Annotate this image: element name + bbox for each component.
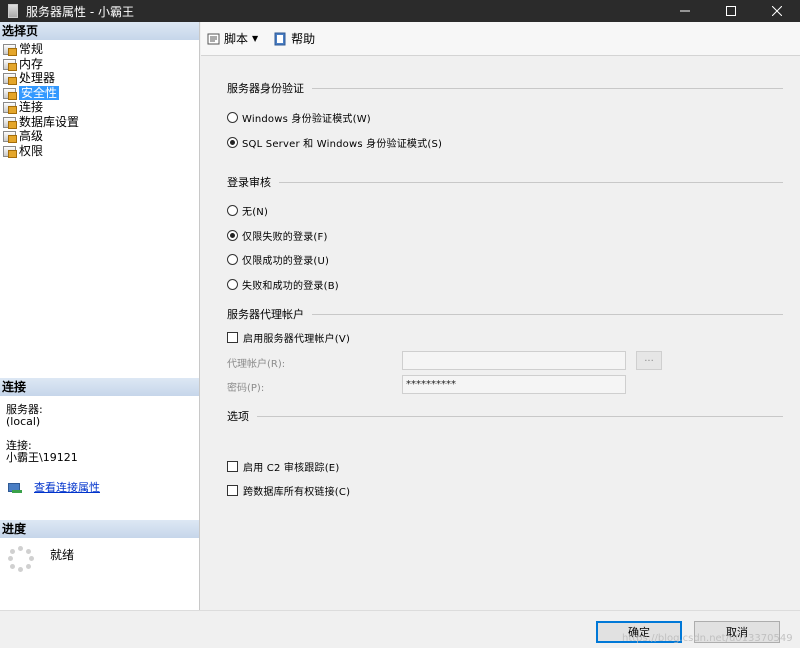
audit-group-label: 登录审核 [227,176,271,189]
window-title: 服务器属性 - 小霸王 [26,4,134,19]
view-connection-properties[interactable]: 查看连接属性 [6,482,193,494]
sidebar-item-database-settings[interactable]: 数据库设置 [0,115,199,130]
connection-properties-icon [8,482,22,494]
chevron-down-icon[interactable]: ▼ [252,34,258,43]
close-button[interactable] [754,0,800,22]
password-label: 密码(P): [227,383,265,394]
radio-label: Windows 身份验证模式(W) [242,113,371,125]
radio-label: 无(N) [242,206,269,218]
sidebar-item-label: 常规 [19,42,44,57]
audit-group-title: 登录审核 [227,175,783,189]
progress-section: 进度 就绪 [0,520,199,580]
checkbox-enable-proxy[interactable]: 启用服务器代理帐户(V) [227,330,351,345]
page-icon [2,87,17,100]
view-connection-properties-link[interactable]: 查看连接属性 [34,482,100,494]
proxy-group-title: 服务器代理帐户 [227,307,783,321]
sidebar-item-general[interactable]: 常规 [0,42,199,57]
connection-value: 小霸王\19121 [6,451,78,464]
server-value: (local) [6,415,41,428]
radio-audit-none[interactable]: 无(N) [227,203,269,218]
page-list: 常规 内存 处理器 安全性 连接 数据库设置 高级 权限 [0,40,199,158]
script-button[interactable]: 脚本 ▼ [207,30,264,47]
progress-header: 进度 [0,520,199,538]
radio-button[interactable] [227,111,238,123]
sidebar-item-label: 高级 [19,129,44,144]
checkbox-c2-audit[interactable]: 启用 C2 审核跟踪(E) [227,459,340,474]
browse-button[interactable]: ... [636,351,662,370]
proxy-account-field[interactable] [402,351,626,370]
radio-mixed-auth[interactable]: SQL Server 和 Windows 身份验证模式(S) [227,135,443,150]
sidebar-item-label: 处理器 [19,71,56,86]
sidebar-item-security[interactable]: 安全性 [0,85,199,101]
options-group-title: 选项 [227,409,783,423]
radio-button[interactable] [227,278,238,290]
app-icon [8,4,18,18]
progress-spinner-icon [8,546,34,572]
radio-audit-success[interactable]: 仅限成功的登录(U) [227,252,330,267]
proxy-account-label: 代理帐户(R): [227,359,286,370]
minimize-button[interactable] [662,0,708,22]
page-icon [2,43,17,57]
dialog-button-bar: 确定 取消 https://blog.csdn.net/u013370549 [0,610,800,648]
checkbox[interactable] [227,460,238,472]
sidebar-item-label: 权限 [19,143,44,158]
connection-header: 连接 [0,378,199,396]
page-icon [2,58,17,71]
password-field[interactable]: ********** [402,375,626,394]
radio-button[interactable] [227,253,238,265]
sidebar-item-connections[interactable]: 连接 [0,100,199,115]
select-page-header: 选择页 [0,22,199,40]
page-icon [2,145,17,158]
maximize-icon [726,6,736,16]
checkbox[interactable] [227,484,238,496]
title-bar: 服务器属性 - 小霸王 [0,0,800,22]
sidebar-item-label: 连接 [19,100,44,115]
toolbar: 脚本 ▼ 帮助 [201,22,800,56]
proxy-group-label: 服务器代理帐户 [227,308,304,321]
options-group-label: 选项 [227,410,249,423]
watermark: https://blog.csdn.net/u013370549 [622,633,793,644]
sidebar-item-advanced[interactable]: 高级 [0,129,199,144]
sidebar-item-memory[interactable]: 内存 [0,57,199,72]
page-icon [2,130,17,144]
connection-section: 连接 服务器: (local) 连接: 小霸王\19121 查看连接属性 [0,378,199,502]
left-panel: 选择页 常规 内存 处理器 安全性 连接 数据库设置 高级 权限 连接 服务器:… [0,22,200,610]
checkbox-cross-db-chaining[interactable]: 跨数据库所有权链接(C) [227,483,351,498]
page-icon [2,72,17,86]
checkbox-label: 跨数据库所有权链接(C) [243,486,351,498]
radio-audit-both[interactable]: 失败和成功的登录(B) [227,277,339,292]
checkbox-label: 启用服务器代理帐户(V) [243,333,351,345]
help-label: 帮助 [291,32,316,46]
radio-button[interactable] [227,136,238,148]
progress-status: 就绪 [50,548,75,562]
sidebar-item-label: 内存 [19,56,44,71]
minimize-icon [680,10,690,12]
radio-label: 仅限成功的登录(U) [242,255,330,267]
checkbox-label: 启用 C2 审核跟踪(E) [243,462,340,474]
radio-audit-failed[interactable]: 仅限失败的登录(F) [227,228,328,243]
radio-button[interactable] [227,204,238,216]
radio-label: 仅限失败的登录(F) [242,231,328,243]
close-icon [772,6,782,16]
sidebar-item-processors[interactable]: 处理器 [0,71,199,86]
radio-label: 失败和成功的登录(B) [242,280,339,292]
radio-label: SQL Server 和 Windows 身份验证模式(S) [242,138,443,150]
page-icon [2,116,17,129]
page-icon [2,101,17,115]
help-icon [274,32,286,45]
script-icon [207,33,220,44]
sidebar-item-permissions[interactable]: 权限 [0,144,199,159]
sidebar-item-label: 数据库设置 [19,114,80,129]
sidebar-item-label: 安全性 [19,85,60,100]
script-label: 脚本 [224,32,249,46]
auth-group-title: 服务器身份验证 [227,81,783,95]
security-page: 脚本 ▼ 帮助 服务器身份验证 Windows 身份验证模式(W) SQL Se… [201,22,800,610]
radio-windows-auth[interactable]: Windows 身份验证模式(W) [227,110,371,125]
auth-group-label: 服务器身份验证 [227,82,304,95]
checkbox[interactable] [227,331,238,343]
radio-button[interactable] [227,229,238,241]
maximize-button[interactable] [708,0,754,22]
help-button[interactable]: 帮助 [274,30,315,47]
